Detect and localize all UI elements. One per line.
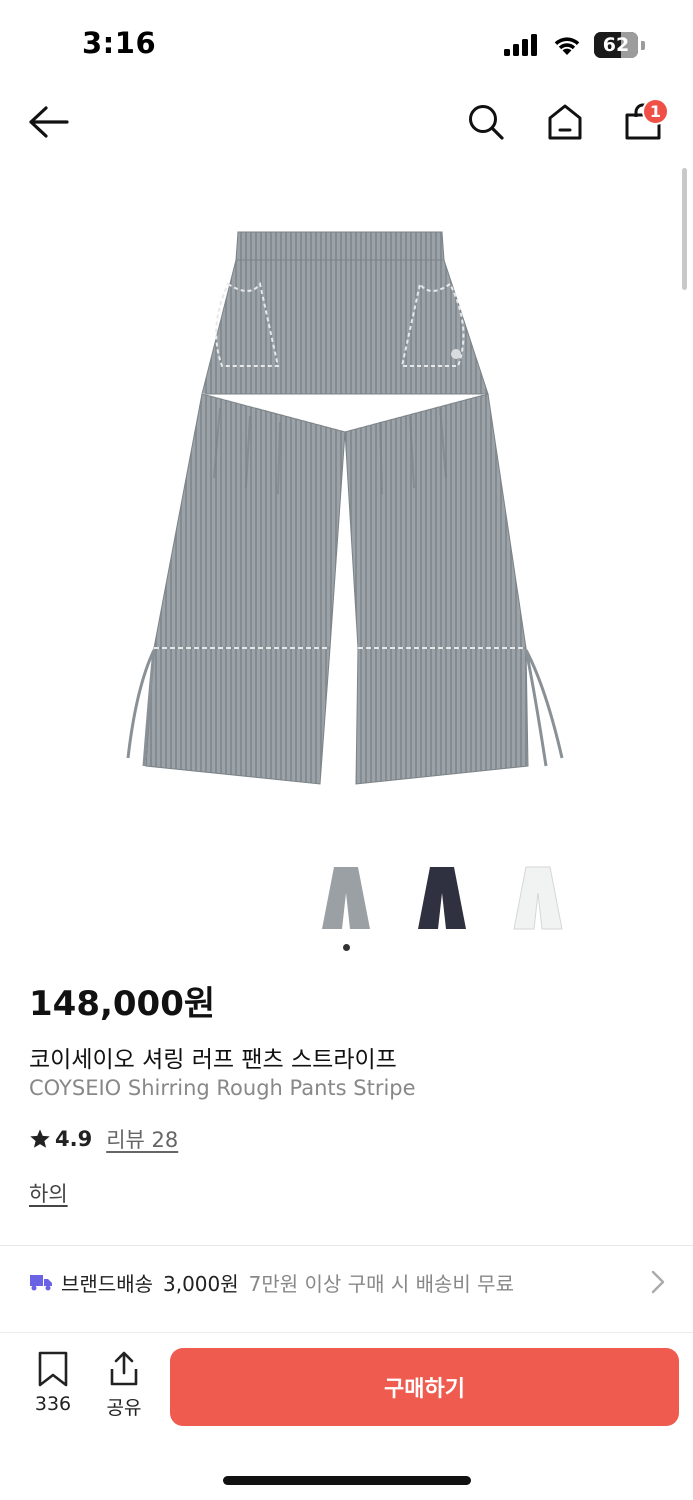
- home-indicator: [223, 1476, 471, 1485]
- product-name-english: COYSEIO Shirring Rough Pants Stripe: [29, 1076, 416, 1100]
- signal-icon: [504, 34, 537, 56]
- product-price: 148,000원: [29, 984, 216, 1024]
- search-button[interactable]: [458, 92, 514, 152]
- home-button[interactable]: [537, 92, 593, 152]
- thumbnail-white[interactable]: [507, 862, 569, 934]
- color-thumbnails: [315, 862, 569, 934]
- cart-count-badge: 1: [642, 98, 669, 125]
- white-pants-thumb-icon: [513, 866, 563, 930]
- category-link[interactable]: 하의: [29, 1178, 68, 1208]
- shipping-label: 브랜드배송: [61, 1271, 153, 1296]
- search-icon: [469, 105, 504, 140]
- thumbnail-gray[interactable]: [315, 862, 377, 934]
- shipping-note: 7만원 이상 구매 시 배송비 무료: [248, 1271, 514, 1296]
- buy-button[interactable]: 구매하기: [170, 1348, 679, 1426]
- thumbnail-indicator-dot: [343, 944, 350, 951]
- thumbnail-navy[interactable]: [411, 862, 473, 934]
- bottom-action-bar: 336 공유 구매하기: [0, 1332, 693, 1500]
- product-image[interactable]: [110, 218, 580, 798]
- battery-icon: 62: [594, 32, 638, 58]
- status-time: 3:16: [82, 26, 157, 60]
- back-button[interactable]: [20, 92, 76, 152]
- bookmark-count: 336: [34, 1393, 72, 1415]
- rating-row: 4.9 리뷰 28: [29, 1124, 178, 1154]
- wifi-icon: [554, 37, 580, 55]
- chevron-right-icon: [651, 1270, 665, 1294]
- bookmark-button[interactable]: 336: [25, 1351, 81, 1415]
- back-arrow-icon: [29, 106, 69, 138]
- delivery-truck-icon: [30, 1275, 52, 1291]
- star-icon: [30, 1129, 50, 1148]
- shipping-info-row[interactable]: 브랜드배송 3,000원 7만원 이상 구매 시 배송비 무료: [0, 1246, 693, 1318]
- home-icon: [548, 104, 582, 140]
- battery-percent: 62: [602, 34, 630, 56]
- product-name-korean: 코이세이오 셔링 러프 팬츠 스트라이프: [29, 1047, 397, 1073]
- bookmark-icon: [38, 1351, 68, 1387]
- status-bar: 3:16 62: [0, 0, 693, 90]
- cart-button[interactable]: 1: [615, 92, 671, 152]
- scrollbar-thumb[interactable]: [682, 168, 687, 290]
- gray-pants-thumb-icon: [322, 867, 370, 929]
- status-icons: 62: [504, 32, 645, 58]
- review-link[interactable]: 리뷰 28: [106, 1124, 178, 1154]
- shipping-fee: 3,000원: [163, 1271, 239, 1296]
- nav-bar: 1: [0, 92, 693, 154]
- battery-cap: [641, 40, 645, 50]
- rating-value: 4.9: [55, 1127, 93, 1151]
- share-label: 공유: [106, 1397, 142, 1419]
- navy-pants-thumb-icon: [418, 867, 466, 929]
- share-button[interactable]: 공유: [96, 1351, 152, 1420]
- share-icon: [110, 1351, 138, 1386]
- striped-pants-illustration: [126, 231, 564, 785]
